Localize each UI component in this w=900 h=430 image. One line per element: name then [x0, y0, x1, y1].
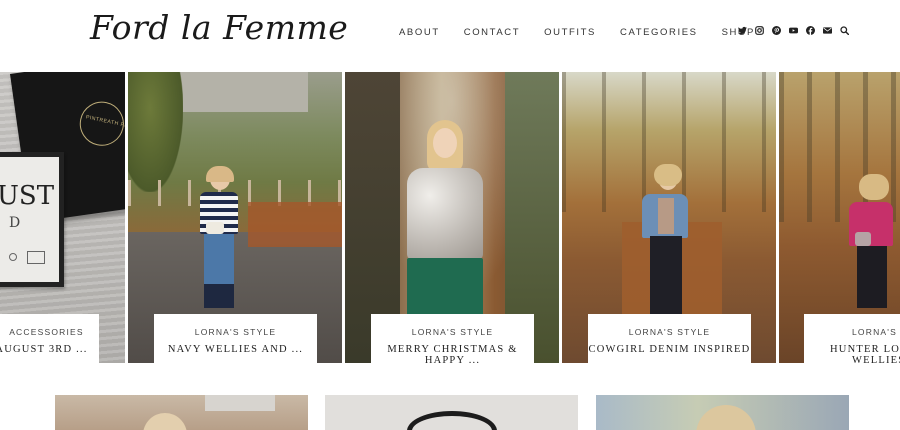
slide-caption: LORNA'S STYLE NAVY WELLIES AND ...: [154, 314, 317, 363]
background-building: [168, 72, 308, 112]
nav-categories[interactable]: CATEGORIES: [620, 27, 698, 38]
slide-title-line-1[interactable]: MERRY CHRISTMAS &: [371, 344, 534, 355]
slide-title-line-2[interactable]: WELLIES: [804, 355, 900, 363]
slide-title-line-1[interactable]: HUNTER LOGA: [804, 344, 900, 355]
instagram-icon[interactable]: [755, 26, 764, 35]
slide-title[interactable]: NAVY WELLIES AND ...: [154, 344, 317, 355]
slide-navy-wellies[interactable]: LORNA'S STYLE NAVY WELLIES AND ...: [128, 72, 342, 363]
slide-caption: LORNA'S STYLE MERRY CHRISTMAS & HAPPY ..…: [371, 314, 534, 363]
site-logo[interactable]: Ford la Femme: [90, 8, 348, 47]
search-icon[interactable]: [840, 26, 849, 35]
slide-merry-christmas[interactable]: LORNA'S STYLE MERRY CHRISTMAS & HAPPY ..…: [345, 72, 559, 363]
nav-about[interactable]: ABOUT: [399, 27, 440, 38]
main-nav: ABOUT CONTACT OUTFITS CATEGORIES SHOP: [399, 27, 779, 38]
pinterest-icon[interactable]: [772, 26, 781, 35]
slide-accessories[interactable]: PINTREATH PENDANT UST D ACCESSORIES AUGU…: [0, 72, 125, 363]
slide-category[interactable]: LORNA'S STYLE: [154, 327, 317, 337]
background-trees: [779, 72, 900, 222]
featured-slider: PINTREATH PENDANT UST D ACCESSORIES AUGU…: [0, 72, 900, 363]
gift-card: UST D: [0, 152, 64, 287]
box-brand-mark: PINTREATH PENDANT: [75, 97, 125, 150]
post-thumbnail[interactable]: [55, 395, 308, 430]
youtube-icon[interactable]: [789, 26, 798, 35]
slide-caption: ACCESSORIES AUGUST 3RD ...: [0, 314, 99, 363]
site-header: Ford la Femme ABOUT CONTACT OUTFITS CATE…: [0, 0, 900, 72]
slide-title-line-2[interactable]: HAPPY ...: [371, 355, 534, 363]
background-tree: [128, 72, 183, 192]
post-thumbnail[interactable]: [596, 395, 849, 430]
slide-cowgirl-denim[interactable]: LORNA'S STYLE COWGIRL DENIM INSPIRED: [562, 72, 776, 363]
slide-title[interactable]: AUGUST 3RD ...: [0, 344, 99, 355]
post-thumbnail[interactable]: [325, 395, 578, 430]
slide-hunter-wellies[interactable]: LORNA'S STYLE HUNTER LOGA WELLIES: [779, 72, 900, 363]
facebook-icon[interactable]: [806, 26, 815, 35]
social-links: [738, 26, 857, 35]
slide-caption: LORNA'S STYLE COWGIRL DENIM INSPIRED: [588, 314, 751, 363]
autumn-leaves: [248, 202, 342, 247]
nav-outfits[interactable]: OUTFITS: [544, 27, 596, 38]
email-icon[interactable]: [823, 26, 832, 35]
slide-category[interactable]: LORNA'S STYLE: [371, 327, 534, 337]
nav-contact[interactable]: CONTACT: [464, 27, 520, 38]
slide-category[interactable]: LORNA'S STYLE: [804, 327, 900, 337]
slide-title[interactable]: COWGIRL DENIM INSPIRED: [588, 344, 751, 355]
slide-caption: LORNA'S STYLE HUNTER LOGA WELLIES: [804, 314, 900, 363]
twitter-icon[interactable]: [738, 26, 747, 35]
background-trees: [562, 72, 776, 212]
slide-category[interactable]: ACCESSORIES: [0, 327, 99, 337]
slide-category[interactable]: LORNA'S STYLE: [588, 327, 751, 337]
